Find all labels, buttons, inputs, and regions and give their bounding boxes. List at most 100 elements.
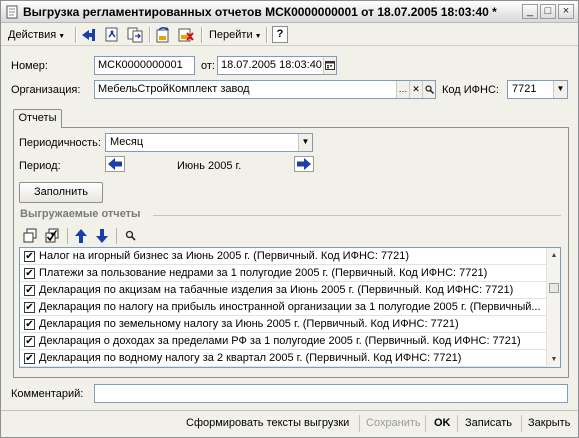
goto-menu[interactable]: Перейти ▼ (206, 27, 265, 43)
arrow-left-icon (108, 158, 122, 170)
minimize-button[interactable]: _ (522, 4, 538, 19)
organization-label: Организация: (11, 84, 81, 96)
previous-period-button[interactable] (105, 156, 125, 172)
title-bar[interactable]: Выгрузка регламентированных отчетов МСК0… (1, 1, 578, 23)
goto-menu-label: Перейти (209, 29, 253, 41)
report-checkbox[interactable]: ✔ (24, 336, 35, 347)
toolbar-separator (149, 27, 150, 43)
exported-reports-title: Выгружаемые отчеты (20, 208, 141, 220)
comment-field[interactable] (94, 384, 568, 403)
report-title: Декларация по водному налогу за 2 кварта… (39, 352, 462, 364)
search-icon[interactable] (125, 230, 136, 241)
list-toolbar (19, 226, 559, 246)
footer-separator (359, 415, 360, 432)
period-value: Июнь 2005 г. (177, 160, 242, 172)
report-checkbox[interactable]: ✔ (24, 302, 35, 313)
date-value: 18.07.2005 18:03:40 (221, 59, 322, 71)
list-item[interactable]: ✔ Налог на игорный бизнес за Июнь 2005 г.… (20, 248, 547, 265)
uncheck-all-icon[interactable] (22, 228, 38, 244)
related-documents-icon[interactable] (126, 27, 144, 43)
scroll-down-icon[interactable]: ▼ (548, 353, 560, 366)
list-toolbar-separator (116, 228, 117, 244)
ifns-label: Код ИФНС: (442, 84, 499, 96)
date-field[interactable]: 18.07.2005 18:03:40 (217, 56, 337, 75)
list-item[interactable]: ✔ Декларация о доходах за пределами РФ за… (20, 333, 547, 350)
window-title: Выгрузка регламентированных отчетов МСК0… (23, 5, 497, 19)
ifns-value: 7721 (512, 83, 537, 95)
generate-texts-button[interactable]: Сформировать тексты выгрузки (182, 414, 353, 433)
comment-label: Комментарий: (11, 388, 84, 400)
number-label: Номер: (11, 60, 48, 72)
caret-down-icon: ▼ (254, 33, 262, 40)
document-structure-icon[interactable] (103, 27, 121, 43)
toolbar-separator (266, 27, 267, 43)
report-title: Налог на игорный бизнес за Июнь 2005 г. … (39, 250, 410, 262)
scroll-up-icon[interactable]: ▲ (548, 249, 560, 262)
footer-separator (457, 415, 458, 432)
periodicity-select[interactable]: Месяц ▼ (105, 133, 313, 152)
section-divider (153, 215, 561, 216)
report-checkbox[interactable]: ✔ (24, 319, 35, 330)
scroll-thumb[interactable] (549, 283, 559, 293)
report-export-window: Выгрузка регламентированных отчетов МСК0… (0, 0, 579, 438)
unpost-document-icon[interactable] (177, 27, 195, 43)
list-item[interactable]: ✔ Декларация по акцизам на табачные издел… (20, 282, 547, 299)
actions-menu-label: Действия (8, 29, 57, 41)
footer-separator (425, 415, 426, 432)
report-title: Декларация по акцизам на табачные издели… (39, 284, 514, 296)
footer-divider (1, 410, 578, 411)
number-field[interactable]: МСК0000000001 (94, 56, 195, 75)
ok-button[interactable]: OK (430, 414, 455, 433)
list-toolbar-separator (67, 228, 68, 244)
periodicity-label: Периодичность: (19, 137, 101, 149)
check-all-icon[interactable] (44, 228, 60, 244)
document-icon (6, 5, 18, 19)
fill-button[interactable]: Заполнить (19, 182, 103, 203)
report-checkbox[interactable]: ✔ (24, 353, 35, 364)
maximize-button[interactable]: □ (540, 4, 556, 19)
close-window-button[interactable]: × (558, 4, 574, 19)
report-checkbox[interactable]: ✔ (24, 285, 35, 296)
navigate-back-icon[interactable] (80, 27, 98, 43)
actions-menu[interactable]: Действия ▼ (5, 27, 68, 43)
save-button[interactable]: Сохранить (362, 414, 425, 433)
toolbar: Действия ▼ Перейти ▼ ? (1, 24, 578, 46)
help-button[interactable]: ? (272, 26, 288, 43)
dropdown-arrow-icon[interactable]: ▼ (298, 134, 312, 151)
clear-icon[interactable]: ✕ (409, 81, 422, 98)
report-title: Декларация о доходах за пределами РФ за … (39, 335, 521, 347)
post-document-icon[interactable] (154, 27, 172, 43)
report-title: Декларация по налогу на прибыль иностран… (39, 301, 541, 313)
organization-field[interactable]: МебельСтройКомплект завод … ✕ (94, 80, 436, 99)
toolbar-separator (201, 27, 202, 43)
move-up-icon[interactable] (74, 228, 88, 244)
list-item[interactable]: ✔ Платежи за пользование недрами за 1 пол… (20, 265, 547, 282)
toolbar-separator (75, 27, 76, 43)
reports-list: ✔ Налог на игорный бизнес за Июнь 2005 г.… (19, 247, 561, 368)
vertical-scrollbar[interactable]: ▲ ▼ (546, 248, 560, 367)
footer-separator (521, 415, 522, 432)
calendar-icon[interactable] (323, 57, 336, 74)
list-item[interactable]: ✔ Декларация по водному налогу за 2 кварт… (20, 350, 547, 367)
select-ellipsis-button[interactable]: … (396, 81, 409, 98)
next-period-button[interactable] (294, 156, 314, 172)
caret-down-icon: ▼ (58, 33, 66, 40)
list-item[interactable]: ✔ Декларация по земельному налогу за Июнь… (20, 316, 547, 333)
period-label: Период: (19, 160, 61, 172)
report-checkbox[interactable]: ✔ (24, 268, 35, 279)
search-icon[interactable] (422, 81, 435, 98)
report-checkbox[interactable]: ✔ (24, 251, 35, 262)
dropdown-arrow-icon[interactable]: ▼ (553, 81, 567, 98)
report-title: Платежи за пользование недрами за 1 полу… (39, 267, 488, 279)
move-down-icon[interactable] (95, 228, 109, 244)
periodicity-value: Месяц (110, 136, 144, 148)
organization-value: МебельСтройКомплект завод (98, 83, 250, 95)
date-label: от: (201, 60, 215, 72)
report-title: Декларация по земельному налогу за Июнь … (39, 318, 459, 330)
ifns-select[interactable]: 7721 ▼ (507, 80, 568, 99)
arrow-right-icon (297, 158, 311, 170)
write-button[interactable]: Записать (461, 414, 516, 433)
tab-reports[interactable]: Отчеты (13, 109, 62, 128)
list-item[interactable]: ✔ Декларация по налогу на прибыль иностра… (20, 299, 547, 316)
close-button[interactable]: Закрыть (524, 414, 574, 433)
